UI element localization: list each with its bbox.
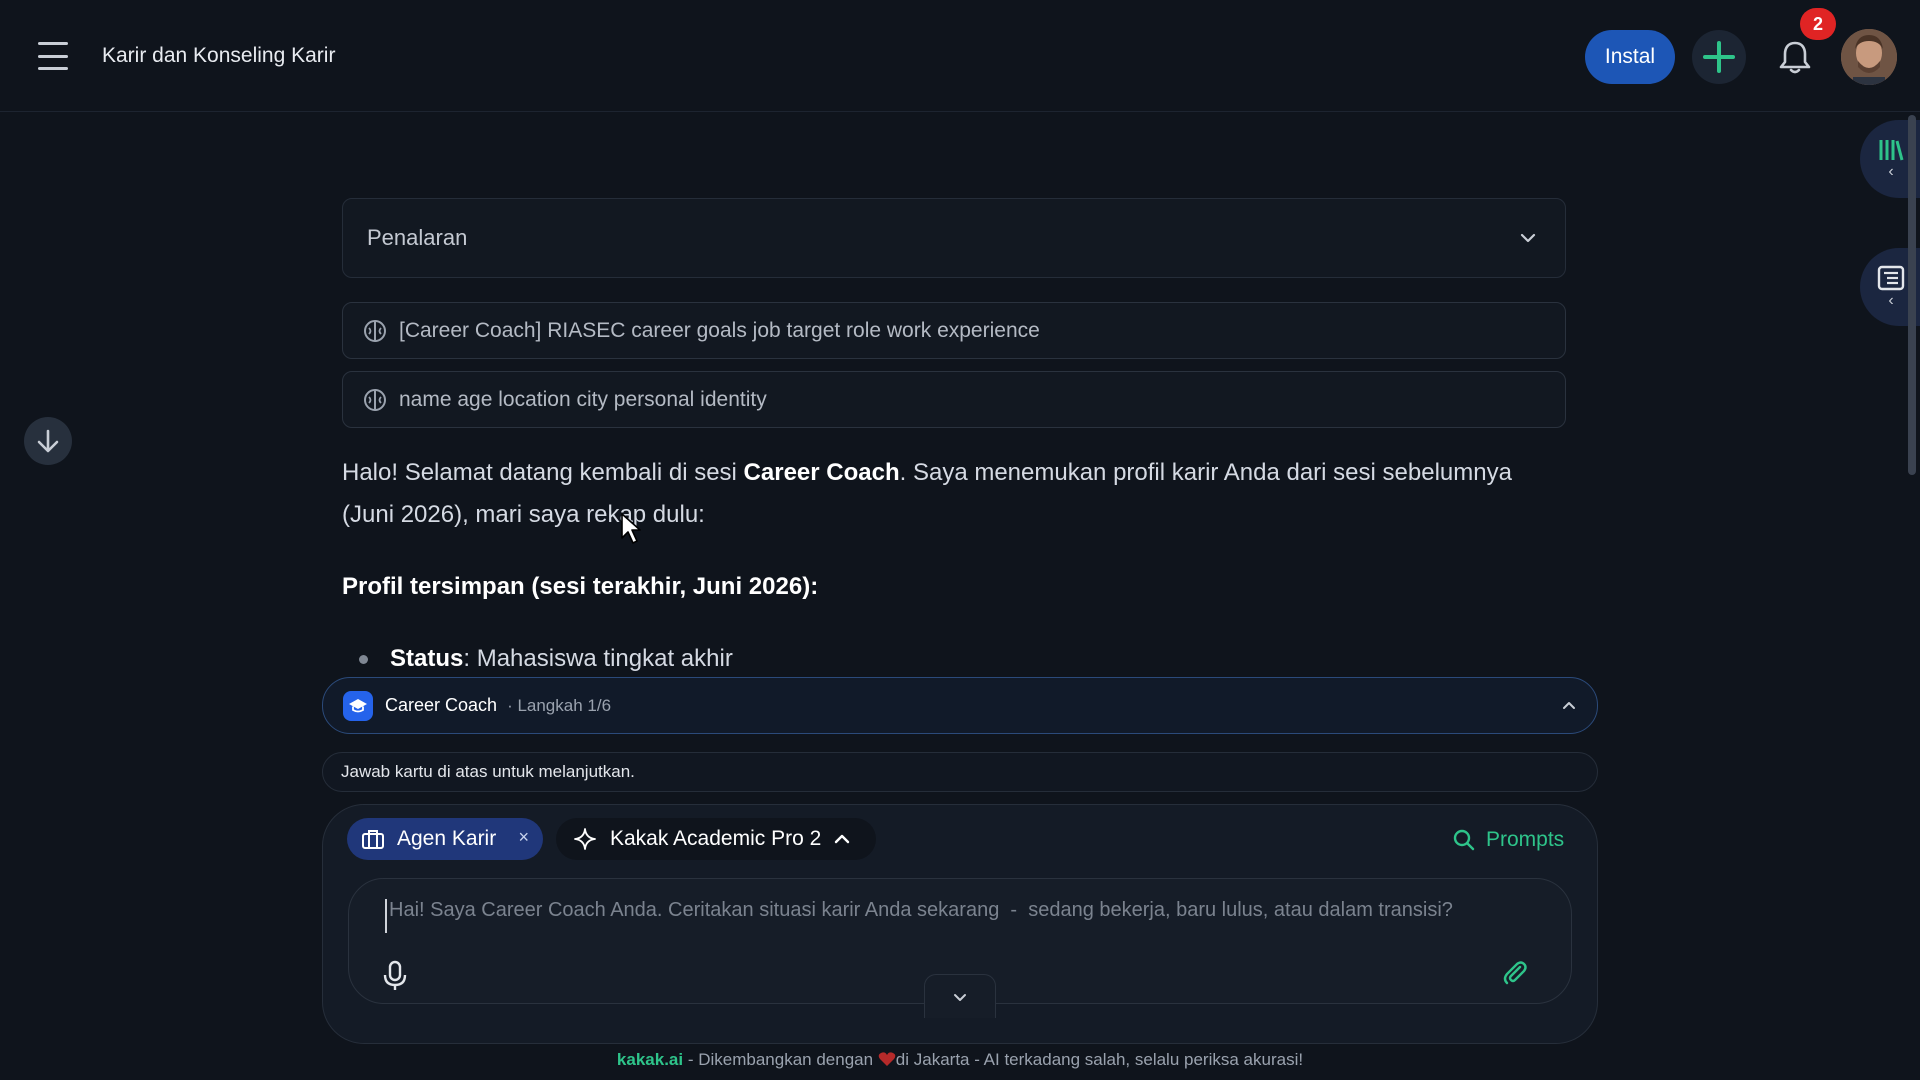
model-selector[interactable]: Kakak Academic Pro 2 [556,818,876,860]
prompts-button[interactable]: Prompts [1452,822,1564,858]
profile-bullet: Status: Mahasiswa tingkat akhir [390,638,1490,680]
memory-item: [Career Coach] RIASEC career goals job t… [342,302,1566,359]
scrollbar-thumb[interactable] [1908,115,1916,475]
chevron-left-icon: ‹ [1888,163,1894,180]
chevron-left-icon: ‹ [1888,292,1894,309]
footer: kakak.ai - Dikembangkan dengan di Jakart… [0,1050,1920,1070]
bullet-key: Status [390,645,464,672]
footer-text: di Jakarta - AI terkadang salah, selalu … [895,1050,1304,1069]
install-button[interactable]: Instal [1585,30,1675,84]
bell-icon [1779,41,1811,74]
message-bold-text: Career Coach [743,459,900,486]
sparkle-icon [574,828,596,850]
remove-agent-button[interactable]: × [518,827,529,848]
scroll-down-button[interactable] [24,417,72,465]
mic-icon [383,960,407,990]
memory-item: name age location city personal identity [342,371,1566,428]
collapse-input-button[interactable] [924,974,996,1018]
graduation-cap-icon [343,690,373,721]
chevron-up-icon [1563,702,1575,709]
footer-text: - Dikembangkan dengan [683,1050,878,1069]
chevron-down-icon [954,993,966,1001]
new-chat-button[interactable] [1692,30,1746,84]
message-input[interactable] [385,899,1545,933]
search-icon [1453,829,1475,851]
message-text: Halo! Selamat datang kembali di sesi [342,459,744,486]
chevron-down-icon [1520,233,1536,243]
briefcase-icon [362,830,384,849]
notification-badge: 2 [1800,8,1836,40]
brain-icon [364,388,386,411]
coach-step: · Langkah 1/6 [507,695,612,715]
page-title: Karir dan Konseling Karir [102,44,336,67]
avatar[interactable] [1841,29,1897,85]
reasoning-toggle[interactable]: Penalaran [342,198,1566,278]
agent-chip-label: Agen Karir [397,827,497,850]
brain-icon [364,319,386,342]
hint-bar: Jawab kartu di atas untuk melanjutkan. [322,752,1598,792]
attach-button[interactable] [1500,958,1532,990]
heart-icon [878,1052,896,1066]
mouse-cursor-icon [621,513,641,544]
profile-heading: Profil tersimpan (sesi terakhir, Juni 20… [342,573,819,600]
memory-text: name age location city personal identity [399,387,767,411]
footer-brand[interactable]: kakak.ai [617,1050,683,1069]
plus-icon [1703,41,1735,73]
assistant-message-intro: Halo! Selamat datang kembali di sesi Car… [342,452,1562,536]
chevron-up-icon [835,834,850,844]
menu-icon[interactable] [38,42,68,70]
library-icon [1879,140,1904,161]
model-label: Kakak Academic Pro 2 [610,827,822,850]
document-icon [1877,265,1905,291]
paperclip-icon [1503,961,1527,985]
coach-name: Career Coach [385,695,498,715]
career-coach-bar[interactable]: Career Coach · Langkah 1/6 [322,677,1598,734]
mic-button[interactable] [380,960,410,992]
prompts-label: Prompts [1486,828,1565,851]
bullet-value: : Mahasiswa tingkat akhir [463,645,733,672]
memory-text: [Career Coach] RIASEC career goals job t… [399,318,1040,342]
agent-chip[interactable]: Agen Karir × [347,818,543,860]
bullet-dot [359,655,368,664]
arrow-down-icon [37,429,59,453]
reasoning-label: Penalaran [367,225,468,250]
